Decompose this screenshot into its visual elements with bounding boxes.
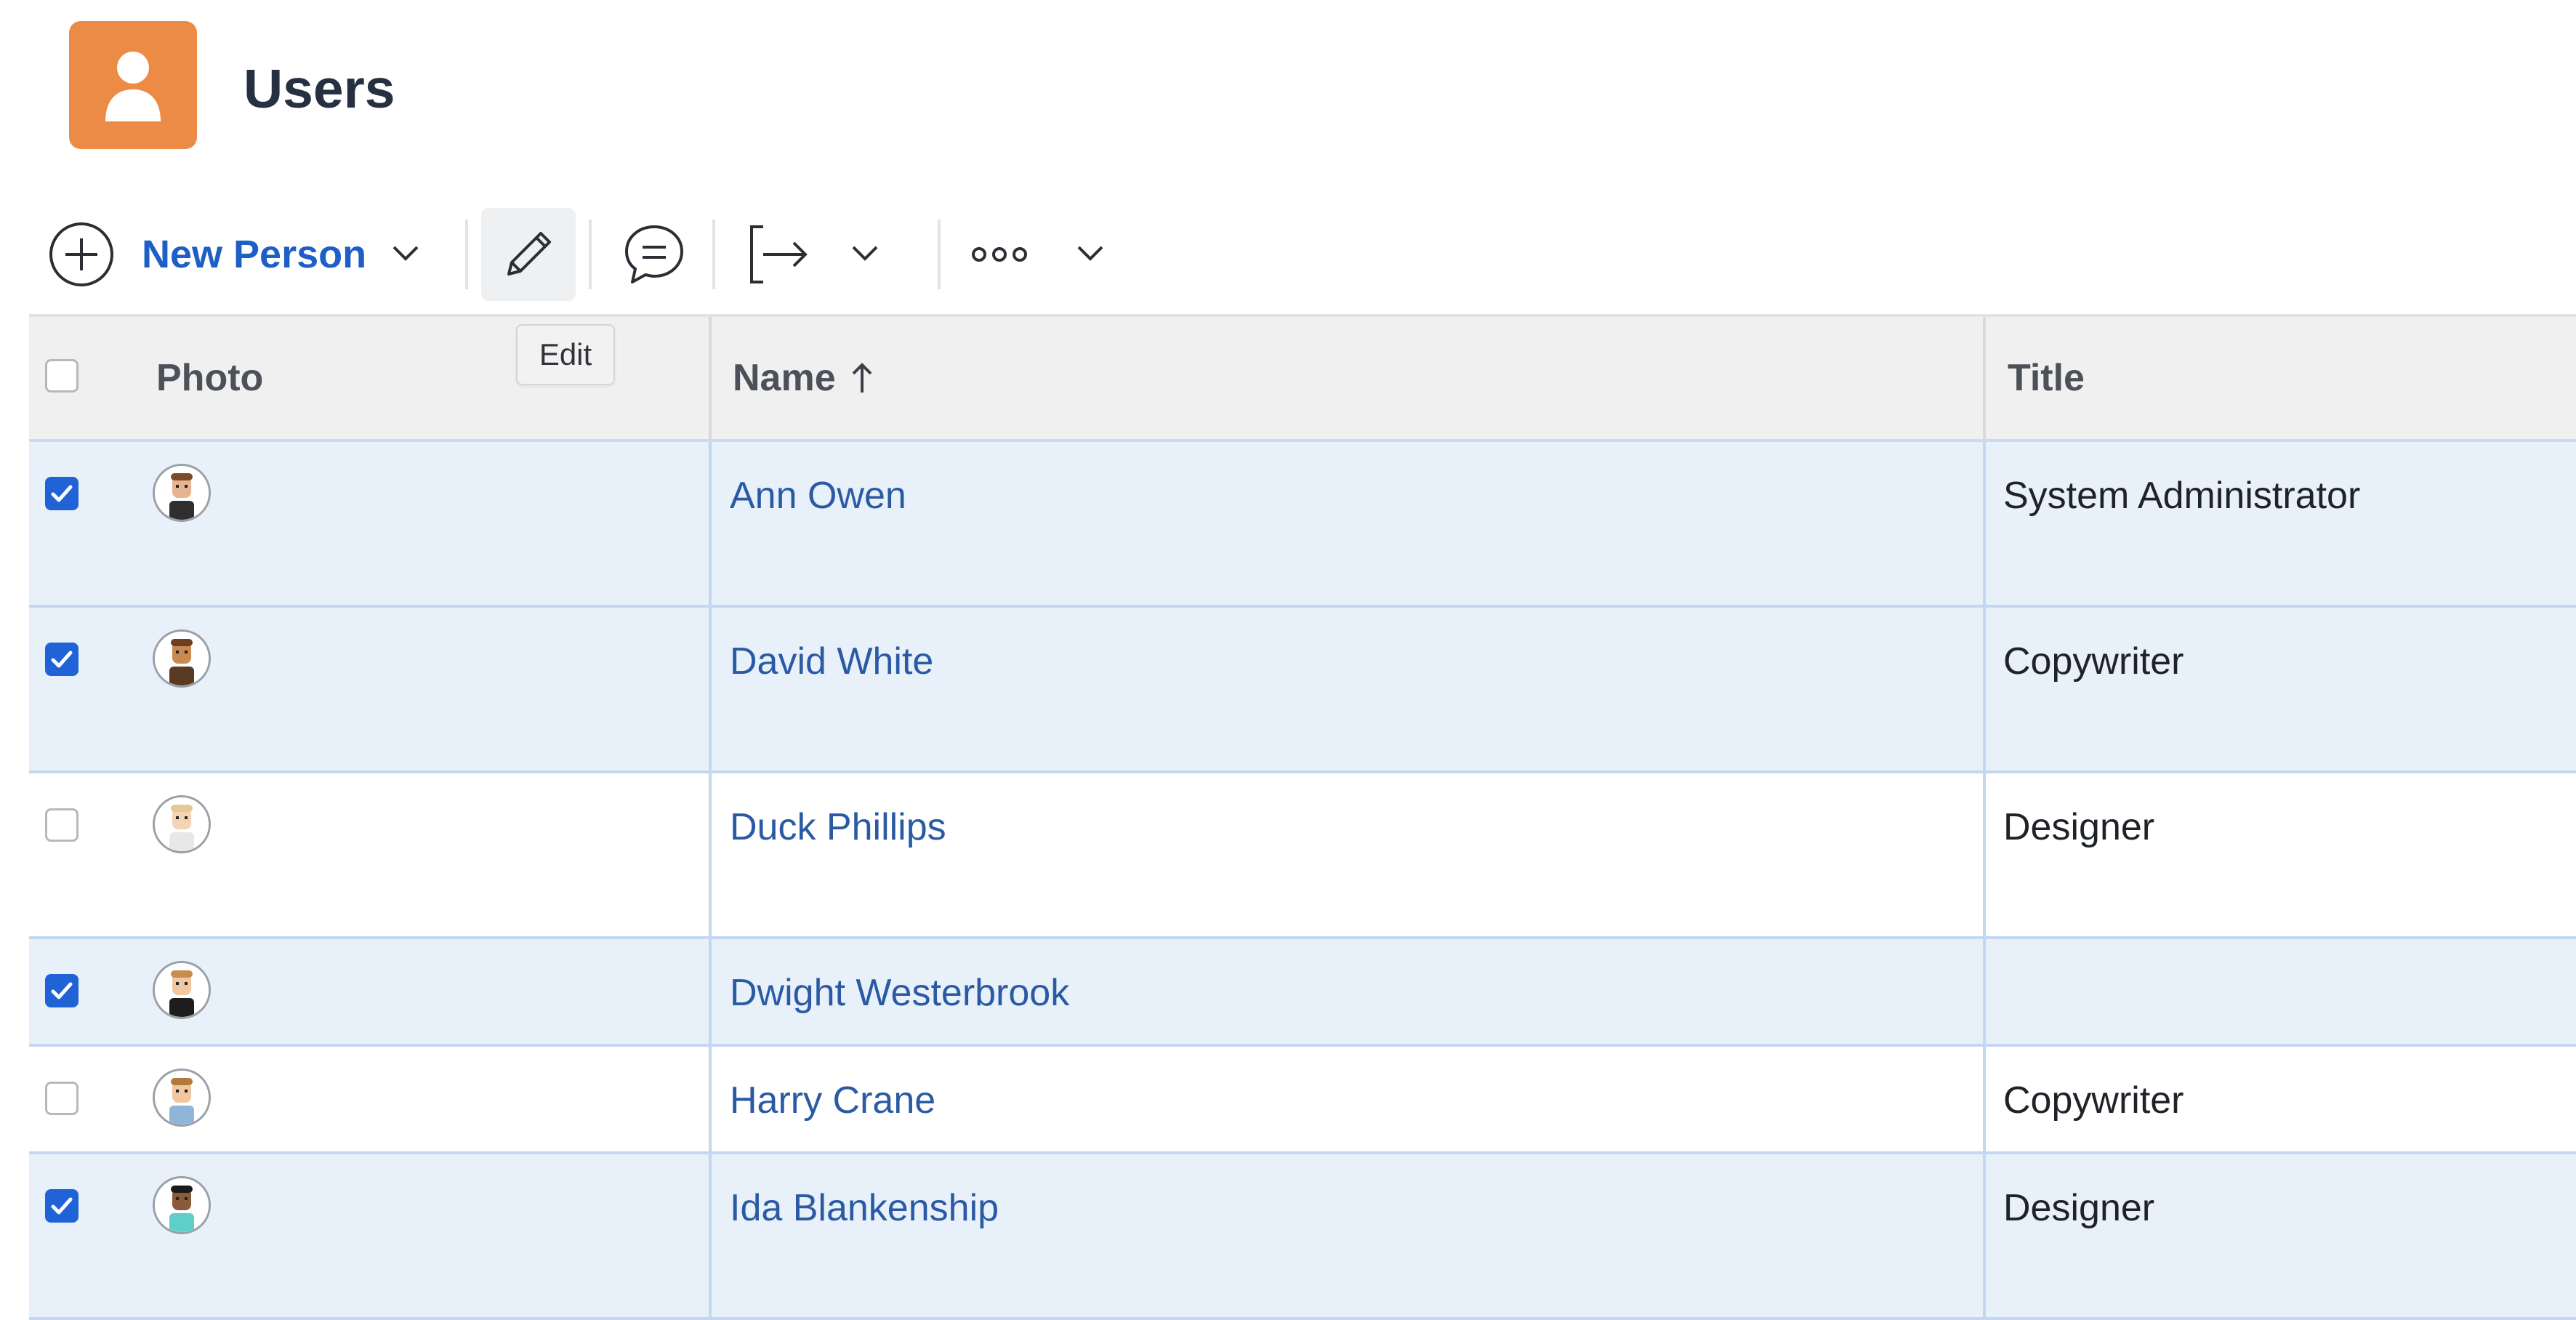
column-divider [709, 317, 712, 439]
checkmark-icon [51, 651, 73, 668]
arrow-up-icon [852, 363, 872, 393]
checkmark-icon [51, 982, 73, 999]
column-divider [709, 1154, 712, 1317]
row-checkbox[interactable] [45, 974, 79, 1007]
column-divider [1983, 773, 1986, 936]
column-divider [709, 773, 712, 936]
table-row[interactable]: Ann Owen System Administrator [29, 442, 2576, 608]
toolbar-divider [712, 220, 715, 289]
avatar [153, 464, 211, 522]
table-row[interactable]: David White Copywriter [29, 608, 2576, 773]
pencil-icon [507, 232, 551, 275]
row-checkbox[interactable] [45, 1082, 79, 1115]
table-row[interactable]: Ida Blankenship Designer [29, 1154, 2576, 1320]
column-divider [1983, 608, 1986, 770]
column-divider [709, 939, 712, 1044]
edit-button[interactable] [481, 208, 576, 301]
add-person-button[interactable] [45, 204, 118, 305]
users-table: Photo Name Title Ann Owen System Administ… [29, 314, 2576, 1320]
avatar [153, 1069, 211, 1127]
person-name-link[interactable]: Dwight Westerbrook [730, 971, 1069, 1015]
edit-tooltip: Edit [516, 324, 615, 385]
toolbar: New Person [0, 204, 2576, 305]
user-icon [105, 52, 161, 121]
app-icon [69, 21, 197, 149]
row-checkbox[interactable] [45, 808, 79, 842]
new-person-label: New Person [142, 233, 367, 276]
column-divider [1983, 939, 1986, 1044]
column-header-photo[interactable]: Photo [156, 317, 263, 439]
column-divider [709, 442, 712, 605]
more-menu-button[interactable] [1068, 204, 1112, 305]
comment-button[interactable] [614, 204, 694, 305]
table-row[interactable]: Dwight Westerbrook [29, 939, 2576, 1047]
chevron-down-icon [852, 246, 878, 261]
plus-circle-icon [49, 222, 113, 286]
avatar [153, 961, 211, 1019]
toolbar-divider [465, 220, 468, 289]
checkmark-icon [51, 1197, 73, 1215]
comment-icon [625, 225, 683, 283]
column-divider [709, 1047, 712, 1151]
checkmark-icon [51, 485, 73, 502]
column-divider [1983, 1154, 1986, 1317]
person-name-link[interactable]: Ida Blankenship [730, 1186, 999, 1230]
export-icon [750, 225, 808, 283]
person-title: System Administrator [2003, 475, 2361, 517]
table-header: Photo Name Title [29, 314, 2576, 442]
column-divider [1983, 442, 1986, 605]
column-divider [1983, 317, 1986, 439]
person-name-link[interactable]: David White [730, 640, 933, 683]
person-title: Designer [2003, 1187, 2155, 1229]
table-body: Ann Owen System Administrator David White C… [29, 442, 2576, 1320]
page-title: Users [243, 58, 395, 119]
avatar [153, 629, 211, 688]
avatar [153, 795, 211, 853]
person-title: Copywriter [2003, 1079, 2184, 1122]
person-title: Designer [2003, 806, 2155, 848]
person-name-link[interactable]: Duck Phillips [730, 805, 946, 849]
column-divider [709, 608, 712, 770]
table-row[interactable]: Harry Crane Copywriter [29, 1047, 2576, 1154]
chevron-down-icon[interactable] [384, 240, 427, 269]
export-button[interactable] [734, 204, 821, 305]
person-name-link[interactable]: Ann Owen [730, 474, 906, 518]
toolbar-divider [938, 220, 941, 289]
avatar [153, 1176, 211, 1234]
row-checkbox[interactable] [45, 643, 79, 676]
select-all-checkbox[interactable] [45, 359, 79, 393]
export-menu-button[interactable] [843, 204, 887, 305]
toolbar-divider [589, 220, 592, 289]
more-button[interactable] [959, 204, 1039, 305]
table-row[interactable]: Duck Phillips Designer [29, 773, 2576, 939]
person-name-link[interactable]: Harry Crane [730, 1079, 935, 1122]
row-checkbox[interactable] [45, 1189, 79, 1223]
more-dots-icon [972, 247, 1027, 262]
chevron-down-icon [1077, 246, 1103, 261]
person-title: Copywriter [2003, 640, 2184, 683]
column-divider [1983, 1047, 1986, 1151]
column-header-name[interactable]: Name [733, 317, 878, 439]
column-header-title[interactable]: Title [2008, 317, 2085, 439]
row-checkbox[interactable] [45, 477, 79, 510]
new-person-button[interactable]: New Person [142, 204, 427, 305]
